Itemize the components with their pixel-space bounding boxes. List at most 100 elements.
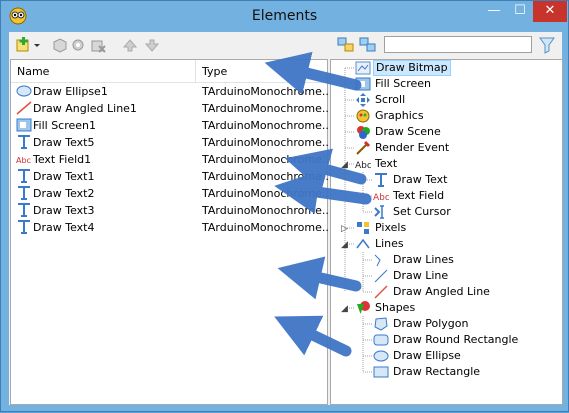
draw-line-icon [374,269,388,283]
row-name: Draw Text2 [33,187,95,200]
table-row[interactable]: Draw Text1 TArduinoMonochrome... [11,168,332,185]
text-abc-icon: Abc [355,161,371,171]
rectangle-icon [373,366,389,378]
tree-item-label: Draw Rectangle [393,365,481,378]
filter-icon[interactable] [539,36,555,54]
row-type: TArduinoMonochrome... [202,170,333,183]
column-divider[interactable] [195,60,196,82]
polygon-icon [374,317,388,331]
draw-text-icon [18,169,30,183]
expand-pixels-toggle[interactable]: ▷ [341,224,350,234]
draw-text-icon [18,220,30,234]
tree-item-label: Draw Bitmap [373,60,451,76]
cube-icon[interactable] [51,37,69,53]
graphics-icon [356,109,370,123]
row-name: Draw Angled Line1 [33,102,137,115]
draw-text-icon [18,203,30,217]
bitmap-icon [355,61,371,75]
tree-item-label: Set Cursor [393,205,451,218]
ellipse-icon [16,85,32,97]
table-row[interactable]: Draw Text2 TArduinoMonochrome... [11,185,332,202]
column-header-name[interactable]: Name [17,65,49,78]
tree-item-label: Shapes [375,301,416,314]
delete-icon[interactable] [89,37,107,53]
gear-icon[interactable] [69,37,87,53]
angled-line-icon [374,285,388,299]
row-name: Draw Text5 [33,136,95,149]
add-element-icon[interactable] [15,37,33,53]
tree-item-label: Pixels [375,221,407,234]
right-toolbar [329,32,562,58]
tree-item-label: Draw Round Rectangle [393,333,519,346]
collapse-lines-toggle[interactable]: ◢ [341,240,350,250]
tree-item-label: Draw Scene [375,125,441,138]
lines-icon [356,238,370,249]
expand-all-icon[interactable] [337,37,355,53]
row-type: TArduinoMonochrome... [202,119,333,132]
row-name: Draw Text4 [33,221,95,234]
svg-text:Abc: Abc [373,193,389,203]
row-type: TArduinoMonochrome... [202,187,333,200]
draw-text-icon [18,186,30,200]
move-up-icon[interactable] [121,37,139,53]
fill-screen-icon [16,118,32,132]
table-row[interactable]: Draw Text3 TArduinoMonochrome... [11,202,332,219]
text-field-icon: Abc [373,193,389,203]
row-type: TArduinoMonochrome... [202,221,333,234]
draw-lines-icon [374,254,381,267]
table-row[interactable]: Fill Screen1 TArduinoMonochrome... [11,117,332,134]
pixels-icon [357,222,369,234]
draw-text-icon [375,173,387,187]
close-button[interactable]: ✕ [533,1,567,22]
left-toolbar [9,32,327,58]
row-type: TArduinoMonochrome... [202,85,333,98]
tree-item-label: Fill Screen [375,77,432,90]
table-row[interactable]: Draw Text5 TArduinoMonochrome... [11,134,332,151]
draw-text-icon [18,135,30,149]
shapes-icon [357,301,370,314]
table-row[interactable]: Draw Ellipse1 TArduinoMonochrome... [11,83,332,100]
set-cursor-icon [374,205,384,219]
svg-text:Abc: Abc [16,156,31,165]
row-name: Draw Text1 [33,170,95,183]
row-type: TArduinoMonochrome... [202,153,333,166]
ellipse-icon [373,350,389,362]
scene-icon [357,126,370,139]
angled-line-icon [16,101,32,115]
tree-item-label: Draw Angled Line [393,285,490,298]
minimize-button[interactable]: — [481,1,507,22]
row-name: Fill Screen1 [33,119,97,132]
collapse-text-toggle[interactable]: ◢ [341,160,350,170]
chevron-down-icon[interactable] [33,37,41,53]
tree-item-label: Text Field [393,189,445,202]
move-down-icon[interactable] [143,37,161,53]
row-type: TArduinoMonochrome... [202,136,333,149]
tree-item-label: Draw Text [393,173,448,186]
row-name: Draw Text3 [33,204,95,217]
grid-rows: Draw Ellipse1 TArduinoMonochrome... Draw A… [11,83,332,236]
svg-text:Abc: Abc [355,161,371,171]
tree-item-label: Draw Ellipse [393,349,461,362]
tree-item-label: Text [375,157,398,170]
tree-item-label: Draw Polygon [393,317,469,330]
column-header-type[interactable]: Type [202,65,227,78]
render-event-icon [356,140,371,155]
tree-item-label: Render Event [375,141,450,154]
component-tree: Draw Bitmap Fill Screen Scroll Graphics … [330,59,563,405]
tree-item-label: Graphics [375,109,424,122]
collapse-shapes-toggle[interactable]: ◢ [341,304,350,314]
row-type: TArduinoMonochrome... [202,204,333,217]
title-bar[interactable]: Elements — ☐ ✕ [1,1,568,31]
maximize-button[interactable]: ☐ [507,1,533,22]
search-input[interactable] [384,36,532,53]
row-name: Draw Ellipse1 [33,85,108,98]
collapse-all-icon[interactable] [359,37,377,53]
tree-item-label: Scroll [375,93,406,106]
table-row[interactable]: Abc Text Field1 TArduinoMonochrome... [11,151,332,168]
table-row[interactable]: Draw Angled Line1 TArduinoMonochrome... [11,100,332,117]
round-rectangle-icon [373,334,389,346]
table-row[interactable]: Draw Text4 TArduinoMonochrome... [11,219,332,236]
grid-header: Name Type [11,60,327,83]
row-type: TArduinoMonochrome... [202,102,333,115]
tree-item-label: Draw Lines [393,253,454,266]
